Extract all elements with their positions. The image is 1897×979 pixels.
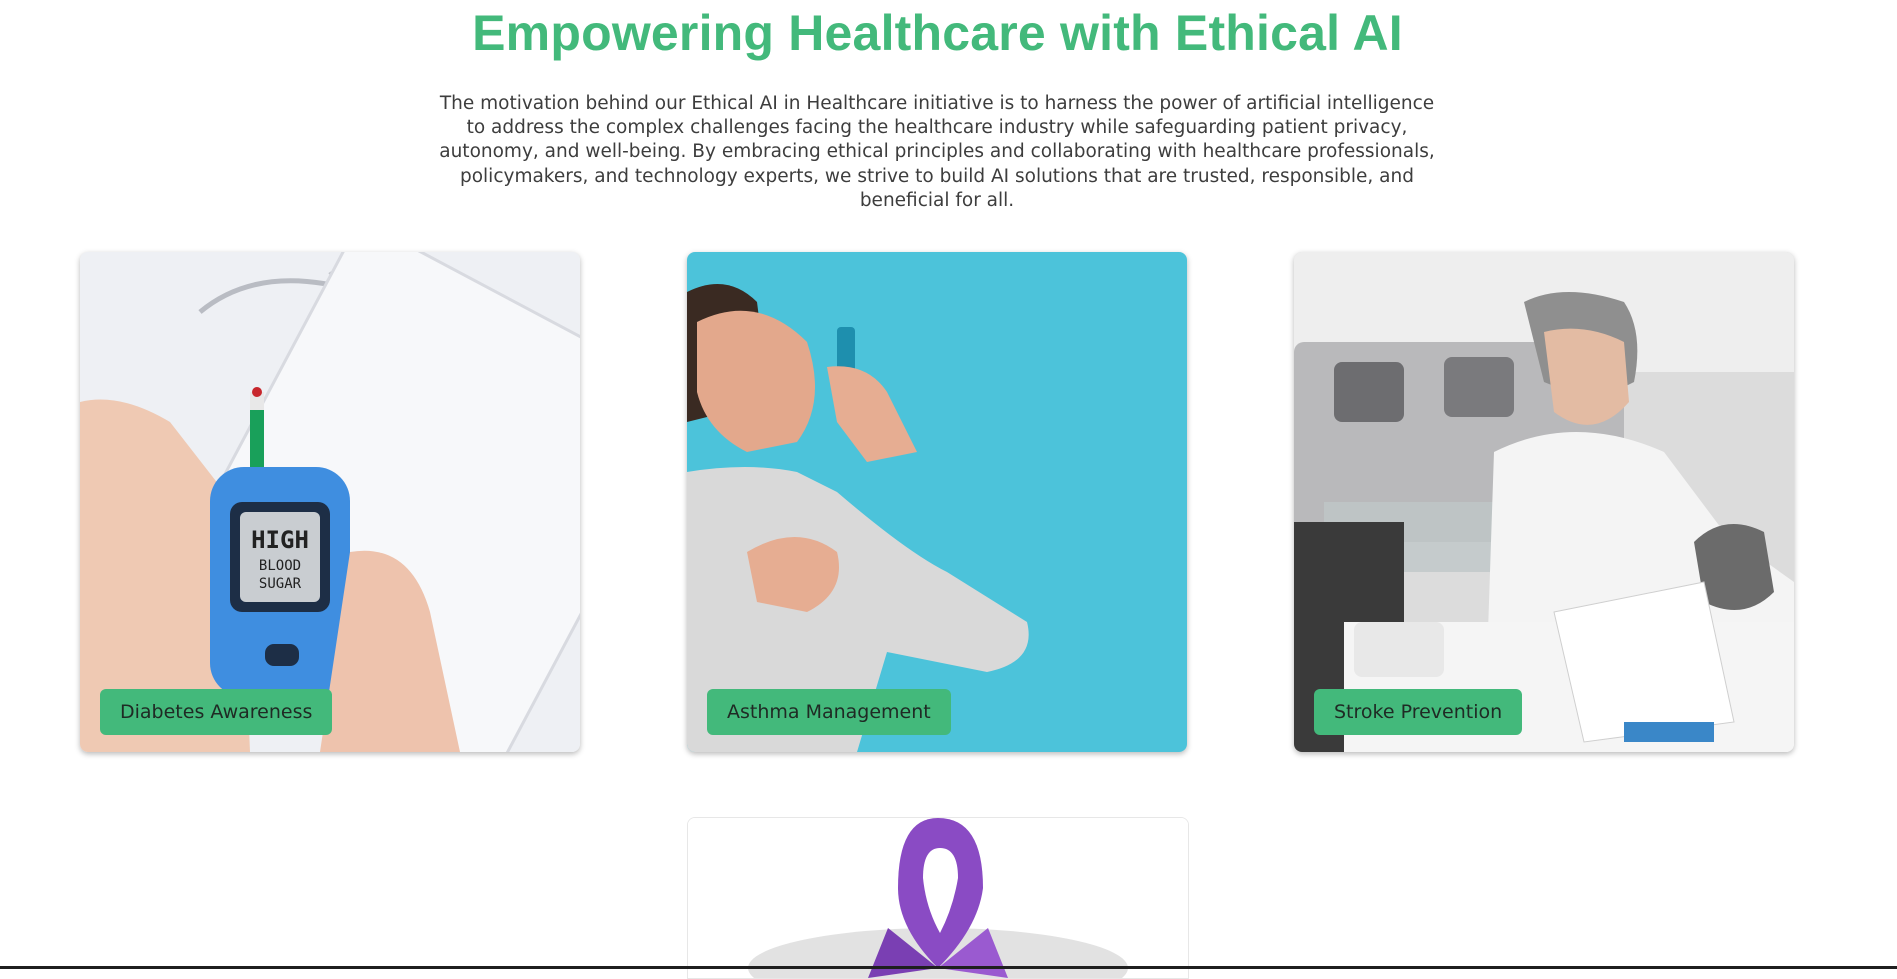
card-diabetes-awareness[interactable]: HIGH BLOOD SUGAR Diabetes Awareness bbox=[80, 252, 580, 752]
card-label-stroke[interactable]: Stroke Prevention bbox=[1314, 689, 1523, 735]
intro-paragraph: The motivation behind our Ethical AI in … bbox=[439, 93, 1435, 211]
meter-text-3: SUGAR bbox=[259, 576, 302, 592]
glucose-meter-image: HIGH BLOOD SUGAR bbox=[80, 252, 580, 752]
purple-ribbon-image bbox=[688, 818, 1188, 978]
card-awareness-ribbon[interactable] bbox=[687, 817, 1189, 979]
card-asthma-management[interactable]: Asthma Management bbox=[687, 252, 1187, 752]
page-title: Empowering Healthcare with Ethical AI bbox=[472, 5, 1403, 61]
card-label-asthma[interactable]: Asthma Management bbox=[707, 689, 951, 735]
inhaler-woman-image bbox=[687, 252, 1187, 752]
blood-pressure-man-image bbox=[1294, 252, 1794, 752]
card-stroke-prevention[interactable]: Stroke Prevention bbox=[1294, 252, 1794, 752]
meter-text-2: BLOOD bbox=[259, 558, 301, 574]
meter-text-1: HIGH bbox=[251, 526, 309, 554]
card-label-diabetes[interactable]: Diabetes Awareness bbox=[100, 689, 333, 735]
